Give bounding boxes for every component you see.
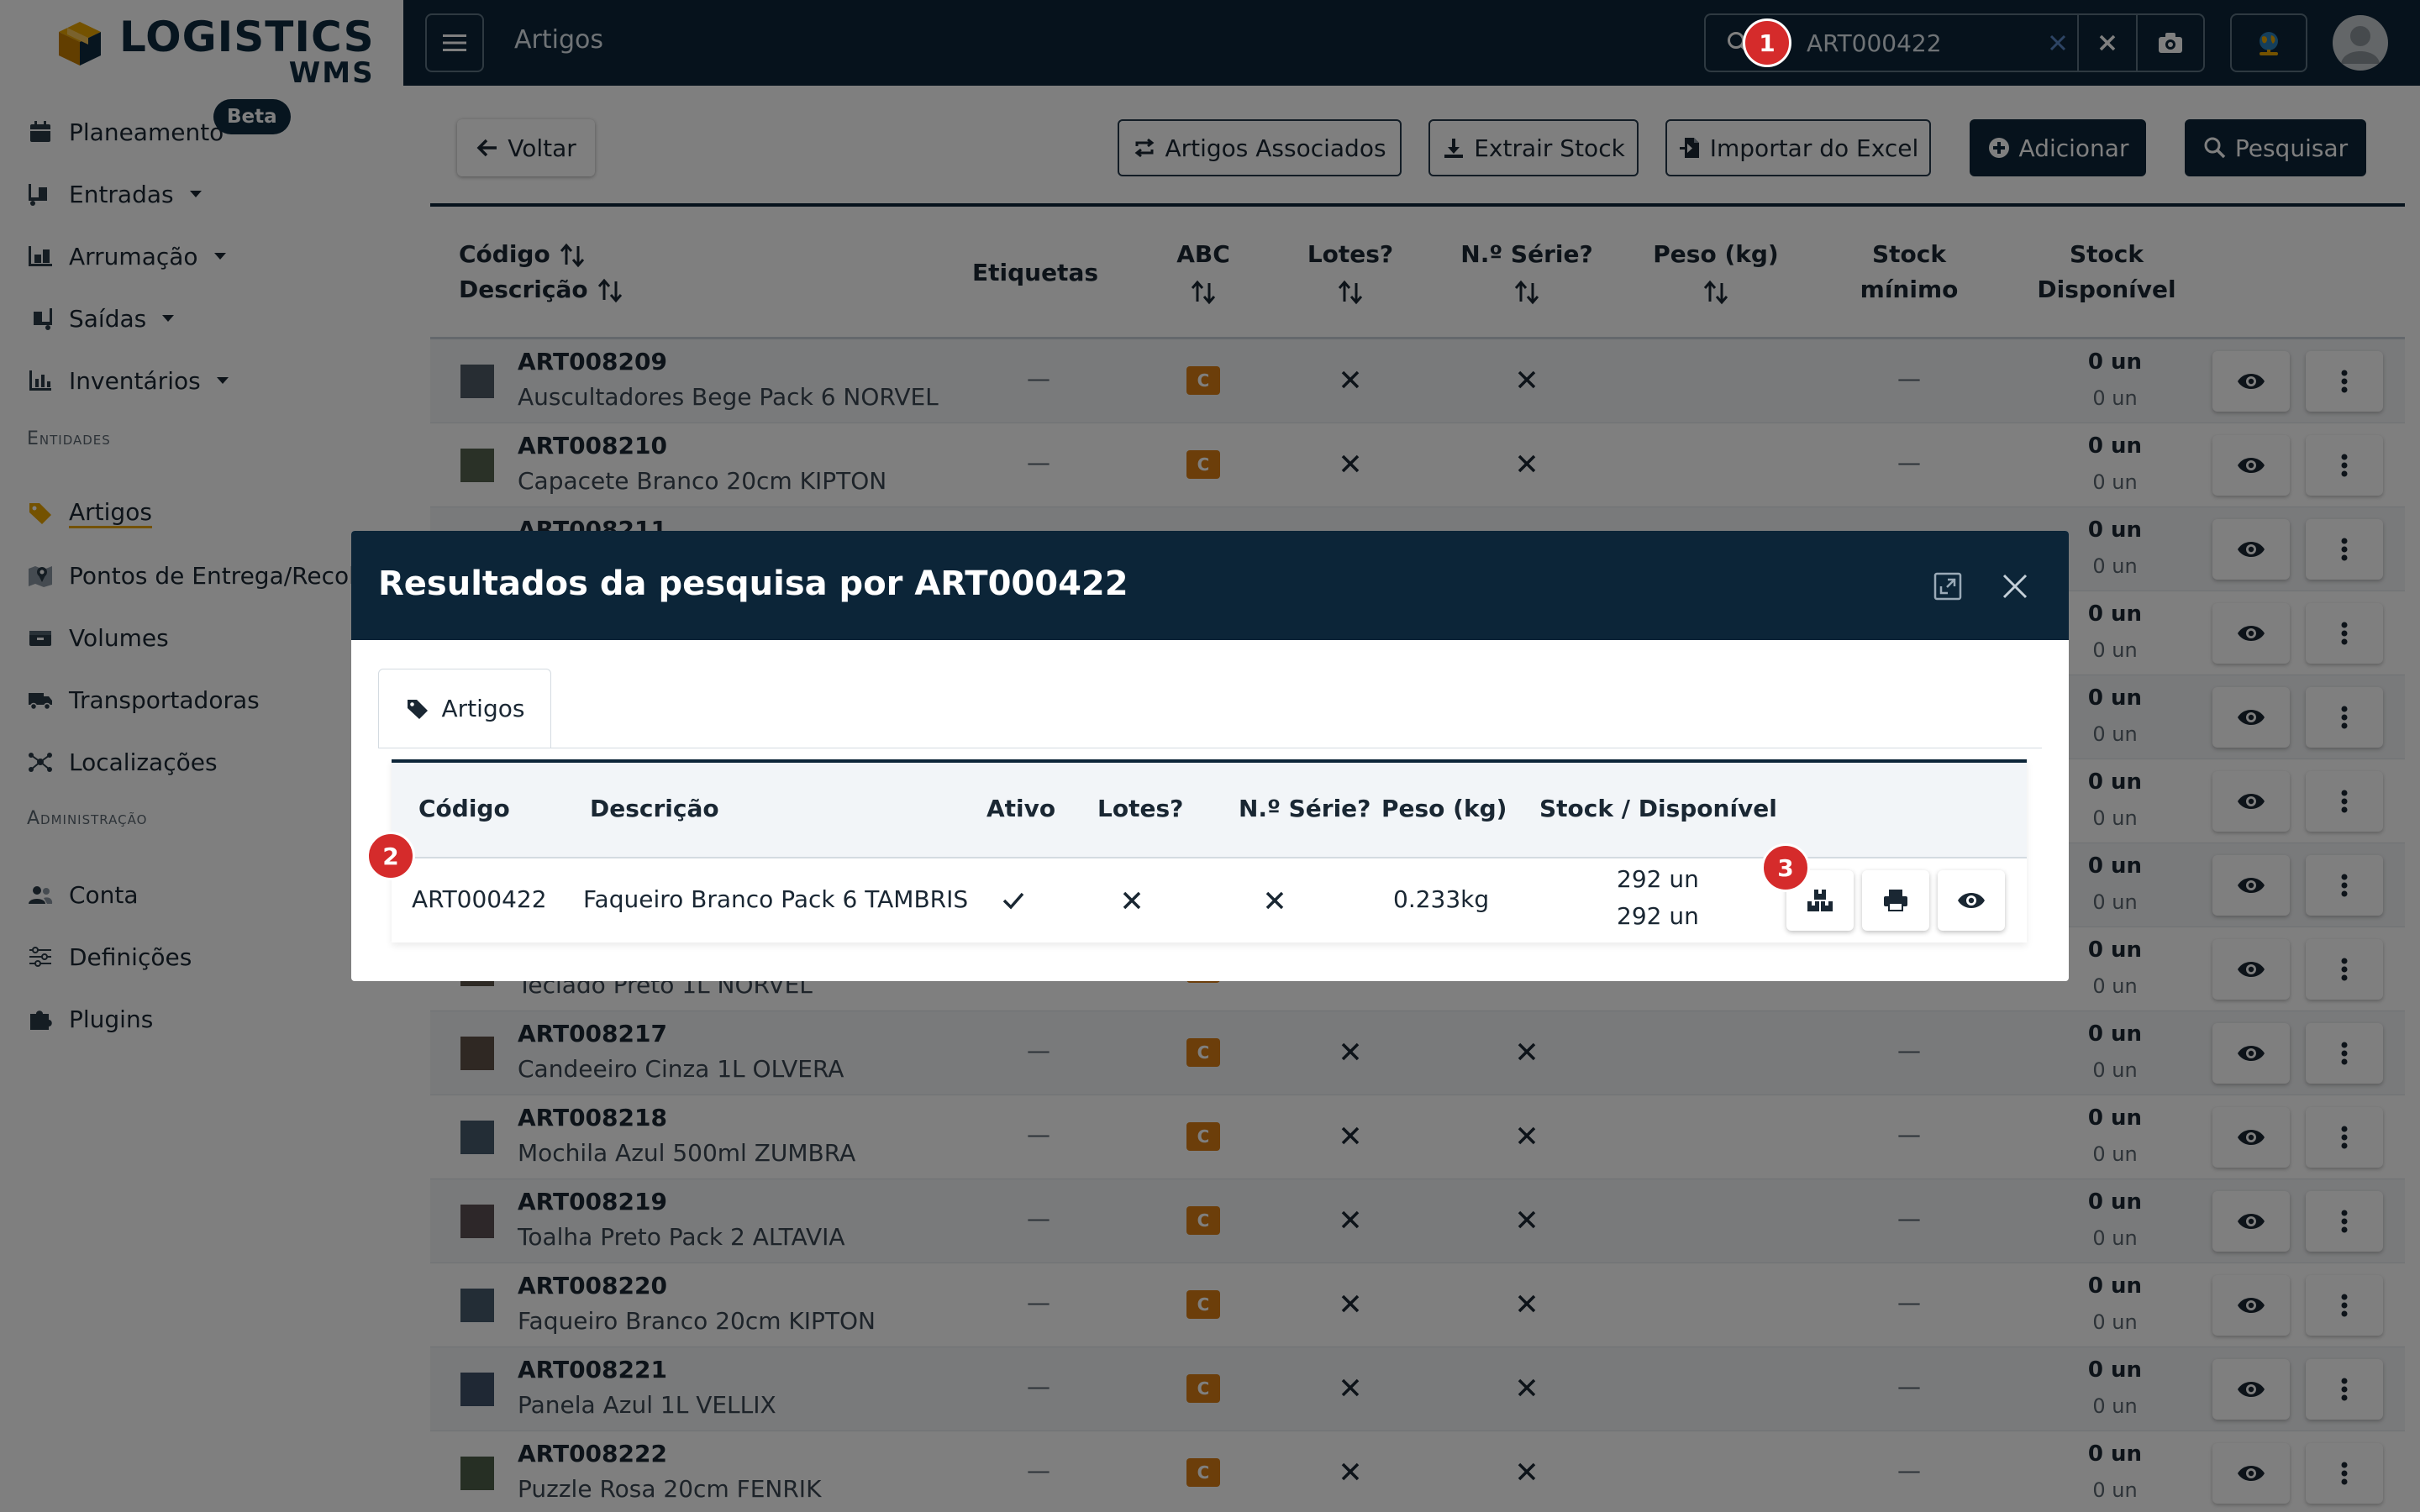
eye-icon [1958, 893, 1985, 908]
modal-header: Resultados da pesquisa por ART000422 [351, 531, 2069, 640]
tab-label: Artigos [441, 695, 525, 722]
tab-artigos[interactable]: Artigos [378, 669, 551, 748]
x-icon [1123, 891, 1141, 910]
x-icon [1265, 891, 1284, 910]
step-badge-2: 2 [366, 832, 415, 880]
result-desc: Faqueiro Branco Pack 6 TAMBRIS [583, 885, 969, 913]
print-button[interactable] [1862, 870, 1929, 931]
printer-icon [1884, 890, 1907, 911]
result-weight: 0.233kg [1393, 885, 1490, 913]
result-available: 292 un [1617, 902, 1699, 930]
result-stock: 292 un [1617, 865, 1699, 893]
result-code: ART000422 [412, 885, 547, 913]
search-results-modal: Resultados da pesquisa por ART000422 Art… [351, 531, 2069, 981]
results-header-lots: Lotes? [1097, 795, 1184, 822]
results-header-code: Código [418, 795, 510, 822]
results-header-desc: Descrição [590, 795, 719, 822]
results-header-weight: Peso (kg) [1381, 795, 1507, 822]
close-icon[interactable] [2000, 571, 2030, 601]
results-header-serial: N.º Série? [1239, 795, 1371, 822]
expand-icon[interactable] [1933, 571, 1963, 601]
modal-title: Resultados da pesquisa por ART000422 [378, 564, 1128, 603]
tags-icon [407, 699, 428, 719]
boxes-icon [1807, 890, 1833, 911]
step-badge-1: 1 [1743, 18, 1791, 67]
view-button[interactable] [1938, 870, 2005, 931]
results-header-active: Ativo [986, 795, 1056, 822]
check-icon [1002, 892, 1024, 910]
step-badge-3: 3 [1761, 843, 1810, 892]
results-header-stock: Stock / Disponível [1539, 795, 1777, 822]
